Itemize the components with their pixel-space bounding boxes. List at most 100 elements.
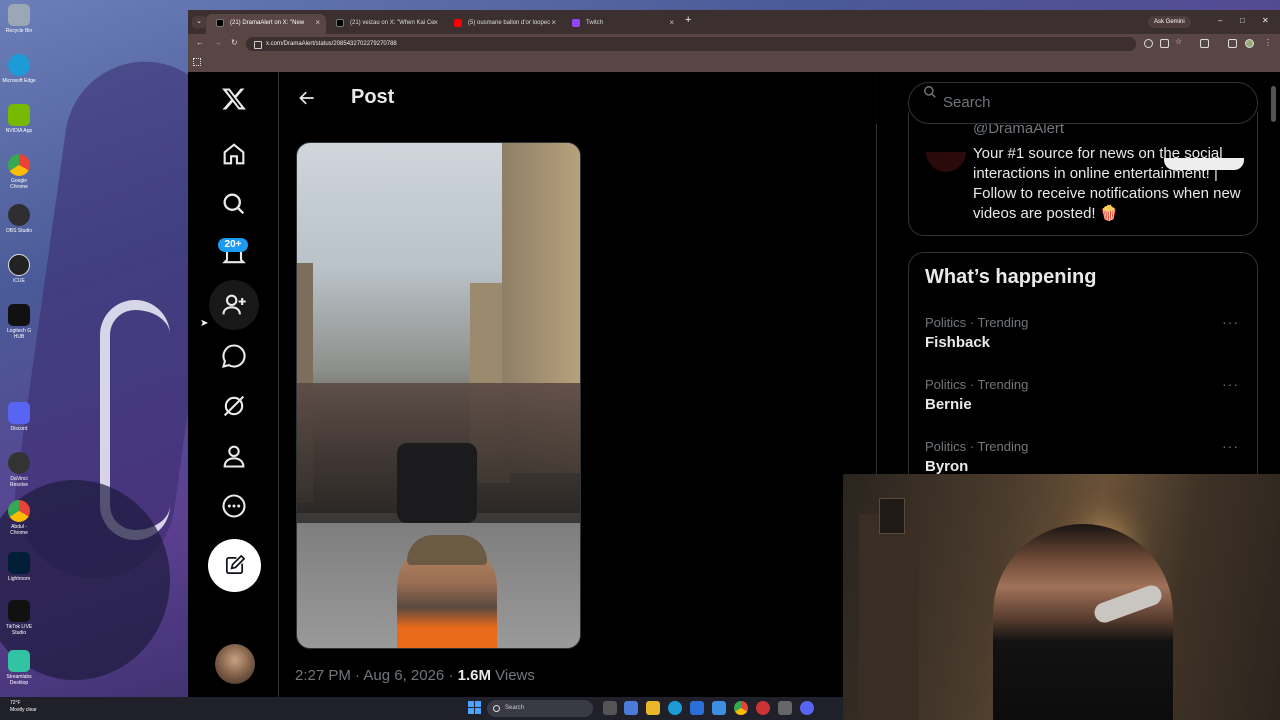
more-dots-icon[interactable]: ··· bbox=[1222, 314, 1239, 330]
main-column: Post 2:27 PM · Aug 6, 2026 · 1.6M Views bbox=[280, 72, 877, 697]
more-dots-icon[interactable]: ··· bbox=[1222, 438, 1239, 454]
desktop-icon-abdul-chrome[interactable]: Abdul - Chrome bbox=[2, 500, 36, 536]
file-explorer-icon[interactable] bbox=[646, 701, 660, 715]
weather-desc: Mostly clear bbox=[10, 707, 37, 713]
menu-kebab-icon[interactable]: ⋮ bbox=[1264, 38, 1272, 47]
webcam-overlay bbox=[843, 474, 1280, 720]
trend-category: Politics · Trending bbox=[925, 439, 1029, 454]
forward-icon[interactable]: → bbox=[214, 38, 222, 47]
copilot-icon[interactable] bbox=[624, 701, 638, 715]
home-icon[interactable] bbox=[220, 140, 248, 168]
task-view-icon[interactable] bbox=[603, 701, 617, 715]
app-icon[interactable] bbox=[778, 701, 792, 715]
desktop-icon-discord[interactable]: Discord bbox=[2, 402, 36, 432]
desktop-icon-lightroom[interactable]: Lightroom bbox=[2, 552, 36, 582]
mouse-cursor-icon: ➤ bbox=[200, 318, 209, 329]
taskbar-weather[interactable]: 72°F Mostly clear bbox=[10, 700, 37, 714]
desktop-icon-icue[interactable]: iCUE bbox=[2, 254, 36, 284]
trend-name[interactable]: Byron bbox=[925, 458, 968, 475]
logitech-icon bbox=[8, 304, 30, 326]
desktop-icon-tiktok[interactable]: TikTok LIVE Studio bbox=[2, 600, 36, 636]
desktop-icon-chrome[interactable]: Google Chrome bbox=[2, 154, 36, 190]
store-icon[interactable] bbox=[712, 701, 726, 715]
streamlabs-icon bbox=[8, 650, 30, 672]
profile-avatar-icon[interactable] bbox=[1245, 39, 1254, 48]
trend-category: Politics · Trending bbox=[925, 377, 1029, 392]
tab-search-button[interactable]: ⌄ bbox=[192, 16, 206, 28]
desktop-icon-recycle-bin[interactable]: Recycle Bin bbox=[2, 4, 36, 34]
messages-icon[interactable] bbox=[220, 342, 248, 370]
x-favicon-icon bbox=[216, 19, 224, 27]
compose-icon bbox=[225, 554, 246, 575]
downloads-icon[interactable] bbox=[1228, 39, 1237, 48]
desktop-icon-nvidia[interactable]: NVIDIA App bbox=[2, 104, 36, 134]
profile-avatar[interactable] bbox=[926, 152, 966, 172]
page-title: Post bbox=[351, 86, 395, 108]
tab-youtube[interactable]: (5) ousmane ballon d'or loopec × bbox=[444, 14, 562, 34]
x-logo-icon[interactable] bbox=[221, 86, 247, 112]
search-icon bbox=[924, 86, 936, 98]
ask-gemini-button[interactable]: Ask Gemini bbox=[1148, 16, 1191, 28]
trend-name[interactable]: Fishback bbox=[925, 334, 990, 351]
account-avatar[interactable] bbox=[215, 644, 255, 684]
new-tab-button[interactable]: + bbox=[685, 14, 691, 26]
chrome-profile-icon[interactable] bbox=[756, 701, 770, 715]
tab-dramaalert[interactable]: (21) DramaAlert on X: "New × bbox=[206, 14, 326, 34]
whats-happening-title: What’s happening bbox=[925, 266, 1097, 288]
search-input[interactable]: Search bbox=[908, 82, 1258, 124]
davinci-icon bbox=[8, 452, 30, 474]
x-left-nav: 20+ ➤ bbox=[188, 72, 279, 697]
tab-twitch[interactable]: Twitch × bbox=[562, 14, 680, 34]
back-arrow-icon[interactable] bbox=[297, 88, 317, 108]
bookmarks-bar bbox=[188, 54, 1280, 72]
more-icon[interactable] bbox=[220, 492, 248, 520]
profile-icon[interactable] bbox=[220, 442, 248, 470]
extensions-icon[interactable] bbox=[1200, 39, 1209, 48]
cast-icon[interactable] bbox=[1160, 39, 1169, 48]
desktop-icon-edge[interactable]: Microsoft Edge bbox=[2, 54, 36, 84]
views-count[interactable]: 1.6M bbox=[458, 667, 491, 684]
maximize-icon[interactable]: □ bbox=[1240, 16, 1245, 25]
reload-icon[interactable]: ↻ bbox=[231, 38, 238, 47]
desktop-icon-ghub[interactable]: Logitech G HUB bbox=[2, 304, 36, 340]
apps-grid-icon[interactable] bbox=[193, 58, 201, 66]
compose-post-button[interactable] bbox=[208, 539, 261, 592]
desktop-icon-streamlabs[interactable]: Streamlabs Desktop bbox=[2, 650, 36, 686]
close-window-icon[interactable]: ✕ bbox=[1262, 16, 1269, 25]
scrollbar-thumb[interactable] bbox=[1271, 86, 1276, 122]
trend-category: Politics · Trending bbox=[925, 315, 1029, 330]
mail-icon[interactable] bbox=[690, 701, 704, 715]
profile-bio: Your #1 source for news on the social in… bbox=[973, 145, 1241, 222]
edge-icon bbox=[8, 54, 30, 76]
zoom-icon[interactable] bbox=[1144, 39, 1153, 48]
close-tab-icon[interactable]: × bbox=[433, 14, 438, 32]
x-favicon-icon bbox=[336, 19, 344, 27]
edge-icon[interactable] bbox=[668, 701, 682, 715]
close-tab-icon[interactable]: × bbox=[669, 14, 674, 32]
url-field[interactable]: x.com/DramaAlert/status/2085432702279270… bbox=[246, 37, 1136, 51]
minimize-icon[interactable]: – bbox=[1218, 16, 1222, 25]
follow-icon[interactable] bbox=[220, 291, 248, 319]
lightroom-icon bbox=[8, 552, 30, 574]
tab-veizau[interactable]: (21) veizau on X: "When Kai Ce × bbox=[326, 14, 444, 34]
windows-start-icon[interactable] bbox=[468, 701, 482, 715]
nvidia-icon bbox=[8, 104, 30, 126]
post-timestamp: 2:27 PM · Aug 6, 2026 · 1.6M Views bbox=[295, 667, 535, 684]
chrome-icon[interactable] bbox=[734, 701, 748, 715]
video-frame-car bbox=[397, 443, 477, 523]
twitch-favicon-icon bbox=[572, 19, 580, 27]
close-tab-icon[interactable]: × bbox=[551, 14, 556, 32]
desktop-icon-obs[interactable]: OBS Studio bbox=[2, 204, 36, 234]
discord-icon[interactable] bbox=[800, 701, 814, 715]
desktop-icon-davinci[interactable]: DaVinci Resolve bbox=[2, 452, 36, 488]
grok-icon[interactable] bbox=[220, 392, 248, 420]
back-icon[interactable]: ← bbox=[196, 38, 204, 47]
bookmark-star-icon[interactable]: ☆ bbox=[1175, 37, 1182, 46]
explore-icon[interactable] bbox=[220, 190, 248, 218]
close-tab-icon[interactable]: × bbox=[315, 14, 320, 32]
trend-name[interactable]: Bernie bbox=[925, 396, 972, 413]
taskbar-search[interactable]: Search bbox=[487, 700, 593, 717]
more-dots-icon[interactable]: ··· bbox=[1222, 376, 1239, 392]
post-video[interactable] bbox=[296, 142, 581, 649]
recycle-bin-icon bbox=[8, 4, 30, 26]
